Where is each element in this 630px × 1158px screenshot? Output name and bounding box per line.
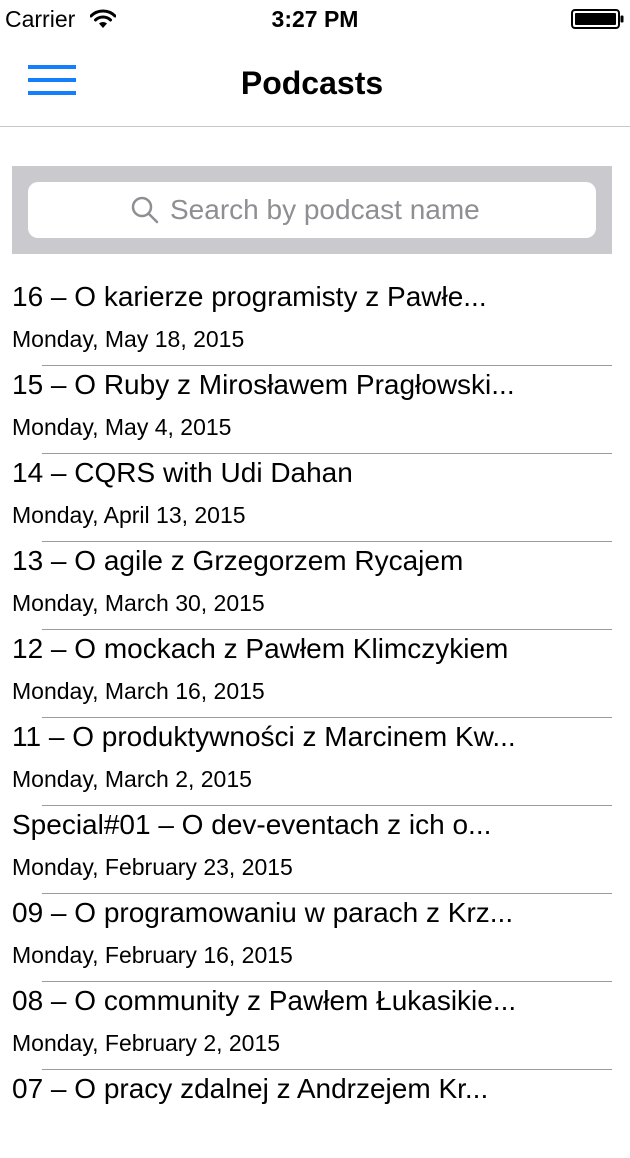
podcast-date: Monday, May 18, 2015 [12,326,245,352]
podcast-date: Monday, February 23, 2015 [12,854,293,880]
list-item[interactable]: 13 – O agile z Grzegorzem Rycajem Monday… [0,542,630,630]
podcast-title: 12 – O mockach z Pawłem Klimczykiem [12,633,509,664]
list-item[interactable]: 07 – O pracy zdalnej z Andrzejem Kr... [0,1070,630,1158]
podcast-title: 13 – O agile z Grzegorzem Rycajem [12,545,464,576]
podcast-date: Monday, April 13, 2015 [12,502,246,528]
podcast-date: Monday, February 2, 2015 [12,1030,281,1056]
podcast-title: 15 – O Ruby z Mirosławem Pragłowski... [12,369,515,400]
podcast-date: Monday, March 30, 2015 [12,590,265,616]
status-bar: Carrier 3:27 PM [0,0,630,40]
podcast-date: Monday, March 2, 2015 [12,766,252,792]
podcast-title: 14 – CQRS with Udi Dahan [12,457,353,488]
list-item[interactable]: 09 – O programowaniu w parach z Krz... M… [0,894,630,982]
podcast-date: Monday, February 16, 2015 [12,942,293,968]
podcast-title: 08 – O community z Pawłem Łukasikie... [12,985,517,1016]
search-input[interactable] [170,182,570,238]
search-icon [130,195,160,225]
podcast-date: Monday, May 4, 2015 [12,414,232,440]
list-item[interactable]: 12 – O mockach z Pawłem Klimczykiem Mond… [0,630,630,718]
list-item[interactable]: 11 – O produktywności z Marcinem Kw... M… [0,718,630,806]
list-item[interactable]: 14 – CQRS with Udi Dahan Monday, April 1… [0,454,630,542]
list-item[interactable]: 08 – O community z Pawłem Łukasikie... M… [0,982,630,1070]
podcast-title: Special#01 – O dev-eventach z ich o... [12,809,492,840]
search-bar [12,166,612,254]
podcast-title: 11 – O produktywności z Marcinem Kw... [12,721,516,752]
podcast-title: 07 – O pracy zdalnej z Andrzejem Kr... [12,1073,489,1104]
list-item[interactable]: Special#01 – O dev-eventach z ich o... M… [0,806,630,894]
clock: 3:27 PM [271,6,359,32]
podcast-date: Monday, March 16, 2015 [12,678,265,704]
list-item[interactable]: 16 – O karierze programisty z Pawłe... M… [0,278,630,366]
battery-icon [571,9,625,29]
podcast-title: 16 – O karierze programisty z Pawłe... [12,281,487,312]
podcast-list: 16 – O karierze programisty z Pawłe... M… [0,278,630,1158]
page-title: Podcasts [240,65,384,101]
search-field[interactable] [28,182,596,238]
navigation-bar: Podcasts [0,40,630,127]
podcast-title: 09 – O programowaniu w parach z Krz... [12,897,514,928]
list-item[interactable]: 15 – O Ruby z Mirosławem Pragłowski... M… [0,366,630,454]
